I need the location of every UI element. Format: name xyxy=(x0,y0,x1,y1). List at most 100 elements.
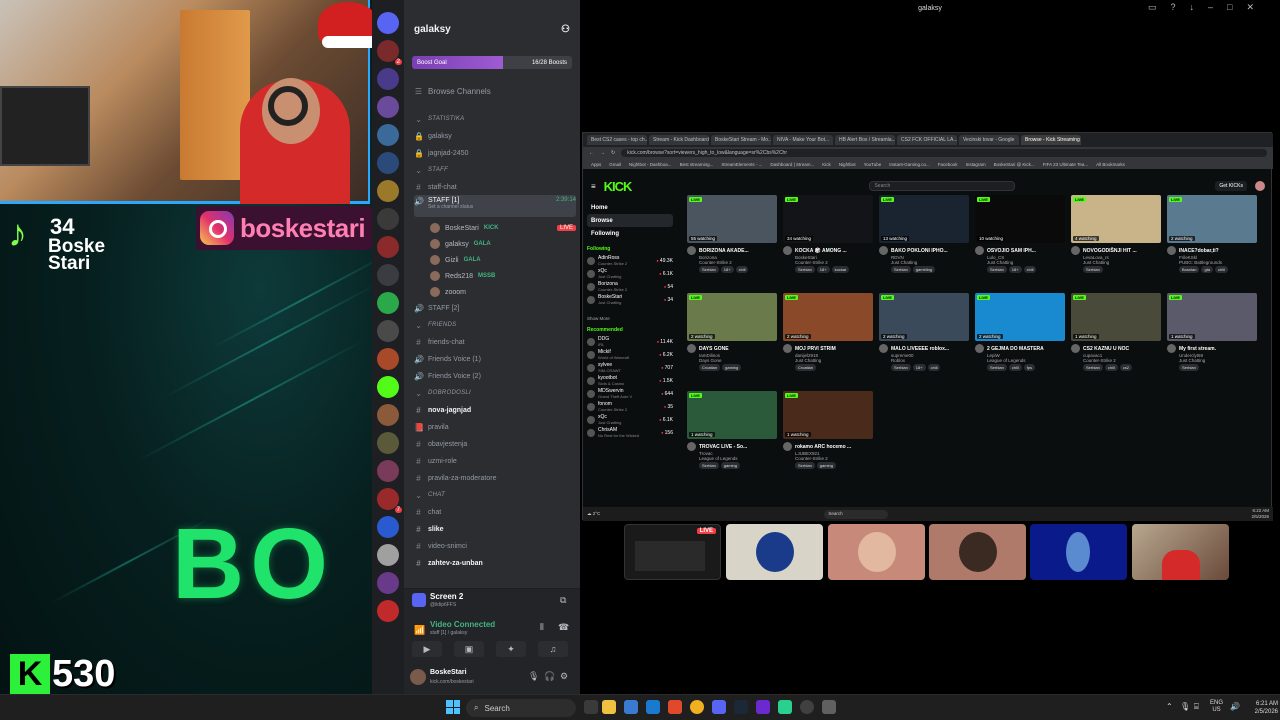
browse-channels[interactable]: ☰ Browse Channels xyxy=(414,84,576,98)
stream-card[interactable]: LIVE 1 watching My first stream. Underclyt6… xyxy=(1167,293,1257,385)
download-icon[interactable]: ↓ xyxy=(1190,2,1195,14)
stream-title[interactable]: 2 GEJMA DO MASTERA xyxy=(975,344,1065,353)
stream-tag[interactable]: chill xyxy=(1215,266,1228,273)
browser-tab[interactable]: BoskeStari Stream - Mo... xyxy=(711,135,771,145)
kick-search-input[interactable]: Search xyxy=(869,181,1016,191)
voice-member[interactable]: Gizli GALA xyxy=(430,253,576,267)
noise-suppression-icon[interactable]: ⫴ xyxy=(540,622,544,633)
channel-category[interactable]: ⌄ DOBRODOSLI xyxy=(414,386,576,400)
stream-thumbnail[interactable]: LIVE 2 watching xyxy=(1167,195,1257,243)
stream-category[interactable]: Days Gone xyxy=(699,358,777,363)
channel-item[interactable]: 📕 pravila xyxy=(414,420,576,434)
server-icon[interactable] xyxy=(377,572,399,594)
settings-gear-icon[interactable]: ⚙ xyxy=(560,671,568,682)
stream-card[interactable]: LIVE 2 watching 2 GEJMA DO MASTERA LepiW Lea… xyxy=(975,293,1065,385)
obs-icon[interactable] xyxy=(800,700,814,714)
stream-tag[interactable]: kockar xyxy=(831,266,850,273)
stream-thumbnail[interactable]: LIVE 1 watching xyxy=(1071,293,1161,341)
stream-thumbnail[interactable]: LIVE 55 watching xyxy=(687,195,777,243)
stream-tag[interactable]: Serbian xyxy=(1083,266,1103,273)
mic-icon[interactable]: 🎙 xyxy=(528,671,539,682)
stream-tag[interactable]: Serbian xyxy=(1083,364,1103,371)
bookmark-item[interactable]: Dashboard | Stream... xyxy=(770,162,814,167)
stream-tag[interactable]: chill xyxy=(735,266,749,273)
stream-tag[interactable]: fps xyxy=(1023,364,1036,371)
stream-tag[interactable]: Serbian xyxy=(891,266,911,273)
channel-category[interactable]: ⌄ STATISTIKA xyxy=(414,112,576,126)
server-icon[interactable] xyxy=(377,292,399,314)
channel-item[interactable]: # uzmi-role xyxy=(414,454,576,468)
stream-thumbnail[interactable]: LIVE 1 watching xyxy=(783,391,873,439)
server-icon[interactable] xyxy=(377,180,399,202)
stream-category[interactable]: League of Legends xyxy=(699,456,777,461)
kick-nav-item[interactable]: Browse xyxy=(587,214,673,227)
activities-button[interactable]: ✦ xyxy=(496,641,526,657)
stream-title[interactable]: NOVOGODIŠNJI HIT ... xyxy=(1071,246,1161,255)
menu-icon[interactable]: ≡ xyxy=(591,182,596,191)
stream-title[interactable]: BAKO POKLONI IPHO... xyxy=(879,246,969,255)
server-icon[interactable] xyxy=(377,516,399,538)
stream-category[interactable]: Roblox xyxy=(891,358,969,363)
steam-icon[interactable] xyxy=(734,700,748,714)
followed-channel[interactable]: xQcJust Chatting6.1K xyxy=(587,267,673,280)
stream-title[interactable]: TROVAC LIVE - So... xyxy=(687,442,777,451)
stream-title[interactable]: rokamo ARC hocemo ... xyxy=(783,442,873,451)
stream-card[interactable]: LIVE 34 watching KOCKA 🎲 AMONG ... BoskeSta… xyxy=(783,195,873,287)
help-icon[interactable]: ? xyxy=(1171,2,1176,14)
server-icon[interactable] xyxy=(377,404,399,426)
browser-tab[interactable]: Best CS2 cases - top ch... xyxy=(587,135,647,145)
stream-thumbnail[interactable]: LIVE 2 watching xyxy=(783,293,873,341)
twitch-icon[interactable] xyxy=(756,700,770,714)
stream-card[interactable]: LIVE 2 watching DAYS GONE IamDilinos Days Go… xyxy=(687,293,777,385)
stream-tag[interactable]: Serbian xyxy=(987,364,1007,371)
stream-category[interactable]: Just Chatting xyxy=(987,260,1065,265)
recommended-channel[interactable]: fonomCounter-Strike 235 xyxy=(587,400,673,413)
url-field[interactable]: kick.com/browse?sort=viewers_high_to_low… xyxy=(621,149,1267,157)
boost-goal-bar[interactable]: Boost Goal 16/28 Boosts xyxy=(412,56,572,69)
chevron-up-icon[interactable]: ⌃ xyxy=(1166,702,1173,711)
stream-title[interactable]: MOJ PRVI STRIM xyxy=(783,344,873,353)
participant-tile[interactable] xyxy=(1132,524,1229,580)
bookmark-item[interactable]: Gmail xyxy=(609,162,621,167)
bookmark-item[interactable]: StreamElements - ... xyxy=(721,162,762,167)
browser-tab[interactable]: Vecinski tovar - Google xyxy=(959,135,1019,145)
participant-tile[interactable] xyxy=(828,524,925,580)
stream-tag[interactable]: chill xyxy=(927,364,941,371)
channel-item[interactable]: # slike xyxy=(414,522,576,536)
stream-category[interactable]: Counter-Strike 2 xyxy=(795,456,873,461)
server-icon[interactable] xyxy=(377,320,399,342)
avatar[interactable] xyxy=(410,669,426,685)
soundboard-button[interactable]: ♫ xyxy=(538,641,568,657)
stream-title[interactable]: MALO LIVEEEE roblox... xyxy=(879,344,969,353)
stream-category[interactable]: Just Chatting xyxy=(1179,358,1257,363)
bookmark-item[interactable]: Apps xyxy=(591,162,601,167)
bookmark-item[interactable]: FIFA 23 Ultimate Tea... xyxy=(1043,162,1088,167)
voice-channel-active[interactable]: 🔊 STAFF [1] Set a channel status 2:39:14 xyxy=(414,195,576,217)
voice-member[interactable]: Reds218 MSSB xyxy=(430,269,576,283)
avatar[interactable] xyxy=(1255,181,1265,191)
screen-share-button[interactable]: ▣ xyxy=(454,641,484,657)
bookmark-item[interactable]: All Bookmarks xyxy=(1096,162,1125,167)
camera-button[interactable]: ▶ xyxy=(412,641,442,657)
stream-thumbnail[interactable]: LIVE 4 watching xyxy=(1071,195,1161,243)
channel-item[interactable]: # staff-chat xyxy=(414,180,576,194)
task-view-icon[interactable] xyxy=(584,700,598,714)
followed-channel[interactable]: BoskeStariJust Chatting34 xyxy=(587,293,673,306)
start-button[interactable] xyxy=(446,700,460,714)
server-icon[interactable] xyxy=(377,460,399,482)
stream-card[interactable]: LIVE 13 watching BAKO POKLONI IPHO... RDVN J… xyxy=(879,195,969,287)
stream-tag[interactable]: chill xyxy=(1023,266,1037,273)
recommended-channel[interactable]: xQcJust Chatting6.1K xyxy=(587,413,673,426)
browser-tab[interactable]: Browse - Kick Streaming xyxy=(1021,135,1081,145)
stream-tag[interactable]: gaming xyxy=(722,364,742,371)
stream-card[interactable]: LIVE 2 watching MALO LIVEEEE roblox... supr… xyxy=(879,293,969,385)
stream-category[interactable]: Just Chatting xyxy=(1083,260,1161,265)
bookmark-item[interactable]: Nightbot xyxy=(839,162,856,167)
stream-category[interactable]: Just Chatting xyxy=(795,358,873,363)
headset-icon[interactable]: 🎧 xyxy=(544,671,555,682)
stream-card[interactable]: LIVE 4 watching NOVOGODIŠNJI HIT ... LevaLo… xyxy=(1071,195,1161,287)
participant-tile[interactable] xyxy=(929,524,1026,580)
edge-icon[interactable] xyxy=(646,700,660,714)
show-more-link[interactable]: Show More xyxy=(587,316,673,321)
stream-tag[interactable]: 18+ xyxy=(912,364,926,371)
